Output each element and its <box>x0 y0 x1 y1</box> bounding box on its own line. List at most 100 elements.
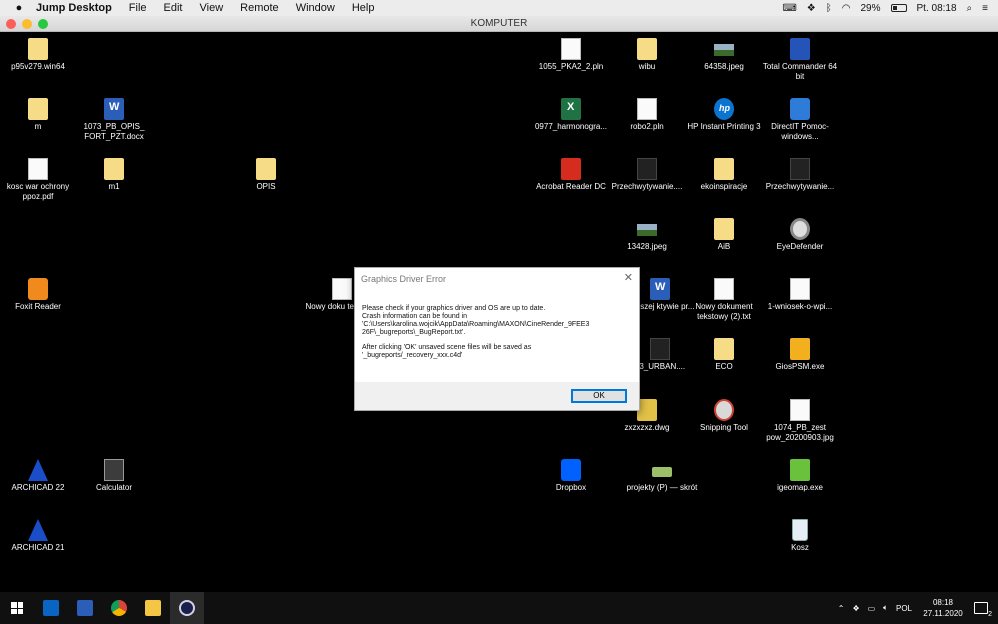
menu-help[interactable]: Help <box>352 2 375 14</box>
word-icon <box>77 600 93 616</box>
control-center-icon[interactable]: ≡ <box>982 3 988 14</box>
folder-icon <box>714 338 734 360</box>
desktop-icon-p95v279[interactable]: p95v279.win64 <box>0 38 78 72</box>
desktop-icon-recycle-bin[interactable]: Kosz <box>760 519 840 553</box>
desktop-icon-wibu[interactable]: wibu <box>607 38 687 72</box>
desktop-icon-label: zxzxzxz.dwg <box>624 423 670 432</box>
desktop-icon-przechwytywanie-1[interactable]: Przechwytywanie.... <box>607 158 687 192</box>
apple-icon[interactable]: ● <box>12 2 26 14</box>
bluetooth-icon[interactable]: ᛒ <box>826 3 832 14</box>
document-icon <box>561 38 581 60</box>
desktop-icon-dropbox[interactable]: Dropbox <box>531 459 611 493</box>
desktop-icon-snipping-tool[interactable]: Snipping Tool <box>684 399 764 433</box>
window-title-bar: KOMPUTER <box>0 16 998 32</box>
desktop-icon-1073-docx[interactable]: 1073_PB_OPIS_ FORT_PZT.docx <box>74 98 154 142</box>
desktop-icon-archicad-22[interactable]: ARCHICAD 22 <box>0 459 78 493</box>
language-indicator[interactable]: POL <box>896 604 912 613</box>
desktop-icon-label: Foxit Reader <box>15 302 61 311</box>
taskbar-chrome[interactable] <box>102 592 136 624</box>
desktop-icon-ekoinspiracje[interactable]: ekoinspiracje <box>684 158 764 192</box>
dialog-footer: OK <box>355 382 639 410</box>
desktop-icon-projekty-shortcut[interactable]: projekty (P) — skrót <box>622 459 702 493</box>
start-button[interactable] <box>0 592 34 624</box>
desktop-icon-1055-pln[interactable]: 1055_PKA2_2.pln <box>531 38 611 72</box>
floppy-disk-icon <box>790 38 810 60</box>
desktop-icon-13428-jpeg[interactable]: 13428.jpeg <box>607 218 687 252</box>
desktop-icon-directit[interactable]: DirectIT Pomoc-windows... <box>760 98 840 142</box>
dropbox-icon <box>561 459 581 481</box>
desktop-icon-archicad-21[interactable]: ARCHICAD 21 <box>0 519 78 553</box>
desktop-icon-opis[interactable]: OPIS <box>226 158 306 192</box>
close-icon[interactable]: ✕ <box>624 271 633 284</box>
desktop-icon-64358-jpeg[interactable]: 64358.jpeg <box>684 38 764 72</box>
taskbar-clock[interactable]: 08:18 27.11.2020 <box>920 597 966 619</box>
dropbox-tray-icon[interactable]: ❖ <box>852 604 859 613</box>
desktop-icon-label: 0977_harmonogra... <box>534 122 608 131</box>
taskbar-word[interactable] <box>68 592 102 624</box>
desktop-icon-1074-jpg[interactable]: 1074_PB_zest pow_20200903.jpg <box>760 399 840 443</box>
chevron-up-icon[interactable]: ⌃ <box>838 604 845 613</box>
menu-edit[interactable]: Edit <box>164 2 183 14</box>
desktop-icon-label: igeomap.exe <box>777 483 823 492</box>
desktop-icon-label: ekoinspiracje <box>700 182 748 191</box>
outlook-icon <box>43 600 59 616</box>
desktop-icon-label: DirectIT Pomoc-windows... <box>771 122 829 141</box>
desktop-icon-hp-instant-printing[interactable]: HP Instant Printing 3 <box>684 98 764 132</box>
wifi-icon[interactable]: ◠ <box>842 3 851 14</box>
desktop-icon-label: 1-wniosek-o-wpi... <box>767 302 833 311</box>
menu-remote[interactable]: Remote <box>240 2 279 14</box>
archicad-icon <box>28 459 48 481</box>
menu-window[interactable]: Window <box>296 2 335 14</box>
notification-center-icon[interactable]: 2 <box>974 602 992 618</box>
desktop-icon-m1[interactable]: m1 <box>74 158 154 192</box>
menu-file[interactable]: File <box>129 2 147 14</box>
desktop-icon-m[interactable]: m <box>0 98 78 132</box>
desktop-icon-robo2-pln[interactable]: robo2.pln <box>607 98 687 132</box>
desktop-icon-total-commander[interactable]: Total Commander 64 bit <box>760 38 840 82</box>
taskbar-file-explorer[interactable] <box>136 592 170 624</box>
snipping-tool-icon <box>714 399 734 421</box>
desktop-icon-0977-harmonogram[interactable]: 0977_harmonogra... <box>531 98 611 132</box>
folder-icon <box>28 98 48 120</box>
dropbox-status-icon[interactable]: ❖ <box>807 3 816 14</box>
desktop-icon-eco[interactable]: ECO <box>684 338 764 372</box>
menu-app-name[interactable]: Jump Desktop <box>36 2 112 14</box>
desktop-icon-acrobat[interactable]: Acrobat Reader DC <box>531 158 611 192</box>
clock-time: 08:18 <box>932 598 954 607</box>
directit-app-icon <box>790 98 810 120</box>
menu-clock[interactable]: Pt. 08:18 <box>917 3 957 14</box>
spotlight-search-icon[interactable]: ⌕ <box>967 3 973 14</box>
network-icon[interactable]: ▭ <box>868 604 876 613</box>
igeomap-icon <box>790 459 810 481</box>
desktop-icon-kosc-pdf[interactable]: kosc war ochrony ppoz.pdf <box>0 158 78 202</box>
desktop-icon-label: ARCHICAD 21 <box>11 543 65 552</box>
desktop-icon-1-wniosek[interactable]: 1-wniosek-o-wpi... <box>760 278 840 312</box>
taskbar-outlook[interactable] <box>34 592 68 624</box>
keyboard-icon[interactable]: ⌨ <box>782 3 796 14</box>
desktop-icon-foxit[interactable]: Foxit Reader <box>0 278 78 312</box>
desktop-icon-calculator[interactable]: Calculator <box>74 459 154 493</box>
battery-icon[interactable] <box>890 4 907 12</box>
dialog-title: Graphics Driver Error <box>361 274 447 284</box>
desktop-icon-przechwytywanie-2[interactable]: Przechwytywanie... <box>760 158 840 192</box>
windows-taskbar: ⌃ ❖ ▭ 🔈︎ POL 08:18 27.11.2020 2 <box>0 592 998 624</box>
desktop-icon-label: Przechwytywanie... <box>765 182 835 191</box>
desktop-icon-label: 13428.jpeg <box>627 242 667 251</box>
desktop-icon-igeomap[interactable]: igeomap.exe <box>760 459 840 493</box>
foxit-reader-icon <box>28 278 48 300</box>
desktop-icon-nowy-dokument-2[interactable]: Nowy dokument tekstowy (2).txt <box>684 278 764 322</box>
chrome-icon <box>111 600 127 616</box>
desktop-icon-label: OPIS <box>256 182 276 191</box>
desktop-icon-eyedefender[interactable]: EyeDefender <box>760 218 840 252</box>
desktop-icon-aib[interactable]: AiB <box>684 218 764 252</box>
ok-button[interactable]: OK <box>571 389 627 403</box>
desktop-icon-label: projekty (P) — skrót <box>626 483 698 492</box>
desktop-icon-label: 1073_PB_OPIS_ FORT_PZT.docx <box>83 122 145 141</box>
folder-icon <box>145 600 161 616</box>
menu-view[interactable]: View <box>200 2 224 14</box>
document-icon <box>28 158 48 180</box>
taskbar-cinema4d[interactable] <box>170 592 204 624</box>
cinema4d-icon <box>179 600 195 616</box>
speaker-icon[interactable]: 🔈︎ <box>883 603 888 613</box>
desktop-icon-giospsm[interactable]: GiosPSM.exe <box>760 338 840 372</box>
